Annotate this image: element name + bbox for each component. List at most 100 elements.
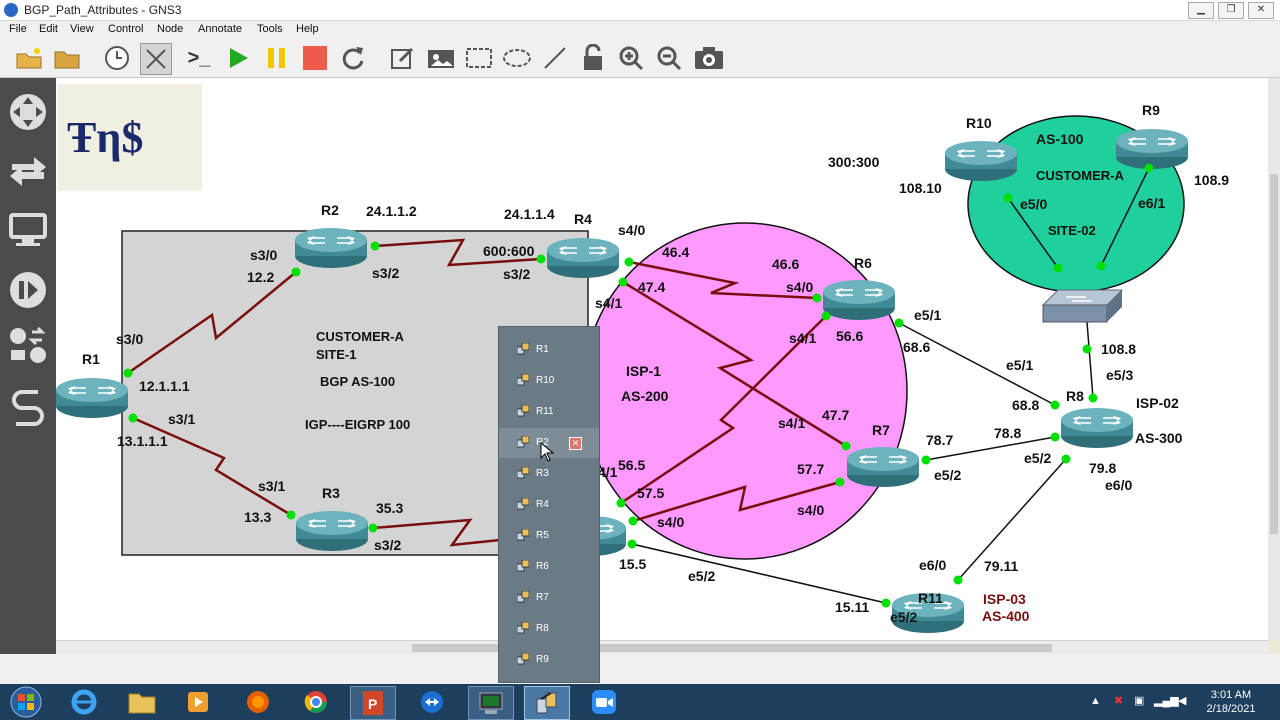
label-r9: R9 <box>1142 102 1160 118</box>
taskbar-clock[interactable]: 3:01 AM 2/18/2021 <box>1196 688 1266 716</box>
menu-edit[interactable]: Edit <box>39 23 58 35</box>
draw-line-icon[interactable] <box>540 43 570 73</box>
system-tray: ▲ ✖ ▣ ▂▄▆ ◀ <box>1090 692 1190 712</box>
putty-icon <box>517 467 529 479</box>
topology-label: 15.11 <box>835 599 869 615</box>
popup-item-r7[interactable]: R7 <box>499 583 599 613</box>
main-toolbar: >_ <box>0 39 1280 78</box>
menu-file[interactable]: File <box>9 23 27 35</box>
vertical-scroll-thumb[interactable] <box>1270 174 1278 534</box>
stop-all-icon[interactable] <box>300 43 330 73</box>
topology-label: 12.2 <box>247 269 274 285</box>
close-button[interactable]: ✕ <box>1248 2 1274 19</box>
router-r2[interactable] <box>294 227 368 269</box>
network-warning-icon[interactable]: ✖ <box>1114 694 1123 707</box>
restore-button[interactable]: ❐ <box>1218 2 1244 19</box>
topology-label: 78.7 <box>926 432 953 448</box>
menu-help[interactable]: Help <box>296 23 319 35</box>
topology-label: 47.4 <box>638 279 665 295</box>
topology-label: AS-100 <box>1036 131 1084 147</box>
popup-item-r1[interactable]: R1 <box>499 335 599 365</box>
snapshot-clock-icon[interactable] <box>102 43 132 73</box>
popup-item-r8[interactable]: R8 <box>499 614 599 644</box>
suspend-all-icon[interactable] <box>262 43 292 73</box>
zoom-in-icon[interactable] <box>616 43 646 73</box>
gns3-taskbar-icon[interactable] <box>524 686 570 720</box>
menu-tools[interactable]: Tools <box>257 23 283 35</box>
router-r9[interactable] <box>1115 128 1189 170</box>
topology-label: 47.7 <box>822 407 849 423</box>
putty-icon <box>517 343 529 355</box>
topology-label: e5/1 <box>914 307 941 323</box>
routers-category-icon[interactable] <box>8 92 48 132</box>
putty-icon <box>517 374 529 386</box>
svg-text:P: P <box>368 696 377 712</box>
label-r4: R4 <box>574 211 592 227</box>
horizontal-scrollbar[interactable] <box>56 640 1268 655</box>
topology-label: 56.6 <box>836 328 863 344</box>
firefox-icon[interactable] <box>236 686 280 718</box>
reload-all-icon[interactable] <box>338 43 368 73</box>
popup-item-r10[interactable]: R10 <box>499 366 599 396</box>
router-r6[interactable] <box>822 279 896 321</box>
putty-icon <box>517 560 529 572</box>
volume-icon[interactable]: ◀ <box>1178 694 1186 707</box>
tray-expand-icon[interactable]: ▲ <box>1090 695 1101 707</box>
putty-icon[interactable] <box>468 686 514 720</box>
console-all-icon[interactable]: >_ <box>184 43 214 73</box>
window-title: BGP_Path_Attributes - GNS3 <box>24 3 182 17</box>
close-preview-icon[interactable]: ✕ <box>569 437 582 450</box>
draw-rectangle-icon[interactable] <box>464 43 494 73</box>
add-link-icon[interactable] <box>8 386 48 426</box>
file-explorer-icon[interactable] <box>120 686 164 718</box>
popup-item-r4[interactable]: R4 <box>499 490 599 520</box>
teamviewer-icon[interactable] <box>410 686 454 718</box>
media-player-icon[interactable] <box>176 686 220 718</box>
router-r3[interactable] <box>295 510 369 552</box>
lock-items-icon[interactable] <box>578 43 608 73</box>
zoom-out-icon[interactable] <box>654 43 684 73</box>
minimize-button[interactable]: ▁ <box>1188 2 1214 19</box>
insert-picture-icon[interactable] <box>426 43 456 73</box>
vertical-scrollbar[interactable] <box>1268 78 1280 640</box>
start-button-icon[interactable] <box>4 686 48 718</box>
router-r7[interactable] <box>846 446 920 488</box>
topology-label: 78.8 <box>994 425 1021 441</box>
tray-app-icon[interactable]: ▣ <box>1134 694 1144 707</box>
signal-icon[interactable]: ▂▄▆ <box>1154 694 1179 707</box>
chrome-beta-icon[interactable] <box>294 686 338 718</box>
add-note-icon[interactable] <box>388 43 418 73</box>
menu-node[interactable]: Node <box>157 23 183 35</box>
menu-view[interactable]: View <box>70 23 94 35</box>
popup-item-r3[interactable]: R3 <box>499 459 599 489</box>
popup-item-r9[interactable]: R9 <box>499 645 599 675</box>
popup-item-r6[interactable]: R6 <box>499 552 599 582</box>
open-project-icon[interactable] <box>52 43 82 73</box>
all-devices-category-icon[interactable] <box>8 326 48 366</box>
router-r8[interactable] <box>1060 407 1134 449</box>
menu-bar: File Edit View Control Node Annotate Too… <box>0 21 1280 39</box>
topology-label: e6/0 <box>1105 477 1132 493</box>
topology-canvas[interactable]: Ŧη$ R1 R2 R3 R4 R6 R7 R8 R9 R10 R11 24.1… <box>56 78 1268 640</box>
router-r4[interactable] <box>546 237 620 279</box>
router-r10[interactable] <box>944 140 1018 182</box>
show-interface-labels-icon[interactable] <box>140 43 172 75</box>
menu-control[interactable]: Control <box>108 23 143 35</box>
internet-explorer-icon[interactable] <box>62 686 106 718</box>
new-project-icon[interactable] <box>14 43 44 73</box>
security-devices-category-icon[interactable] <box>8 270 48 310</box>
start-all-icon[interactable] <box>224 43 254 73</box>
screenshot-camera-icon[interactable] <box>694 43 724 73</box>
popup-item-r11[interactable]: R11 <box>499 397 599 427</box>
switches-category-icon[interactable] <box>8 150 48 190</box>
zoom-meetings-icon[interactable] <box>582 686 626 718</box>
draw-ellipse-icon[interactable] <box>502 43 532 73</box>
router-r1[interactable] <box>56 377 129 419</box>
topology-label: s4/1 <box>595 295 622 311</box>
popup-item-r5[interactable]: R5 <box>499 521 599 551</box>
title-bar: BGP_Path_Attributes - GNS3 ▁ ❐ ✕ <box>0 0 1280 21</box>
end-devices-category-icon[interactable] <box>8 210 48 250</box>
logo-text: Ŧη$ <box>67 113 143 162</box>
powerpoint-icon[interactable]: P <box>350 686 396 720</box>
menu-annotate[interactable]: Annotate <box>198 23 242 35</box>
